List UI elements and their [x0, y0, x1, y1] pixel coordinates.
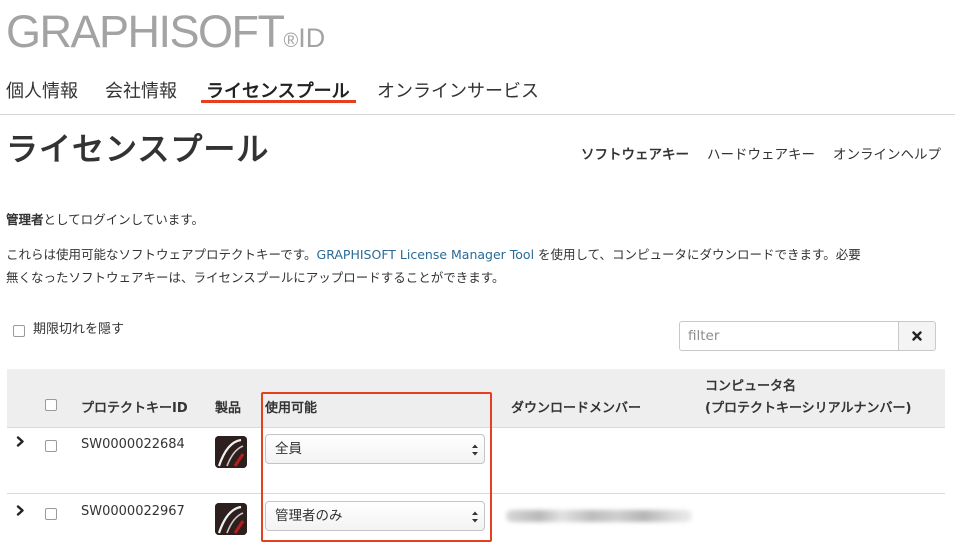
description-text-b: を使用して、コンピュータにダウンロードできます。必要 [534, 247, 861, 262]
highlight-annotation-box [261, 392, 492, 542]
archicad-product-icon [215, 503, 247, 535]
key-id-cell: SW0000022684 [81, 437, 185, 452]
row-checkbox[interactable] [45, 508, 57, 520]
header-computer-serial[interactable]: (プロテクトキーシリアルナンバー) [705, 400, 912, 418]
row-checkbox[interactable] [45, 440, 57, 452]
main-nav-tabs: 個人情報 会社情報 ライセンスプール オンラインサービス [0, 78, 955, 115]
subnav-hardware-keys[interactable]: ハードウェアキー [707, 146, 815, 164]
archicad-product-icon [215, 436, 247, 468]
tab-personal-info[interactable]: 個人情報 [6, 80, 78, 104]
graphisoft-id-logo: GRAPHISOFT®ID [6, 6, 325, 67]
logo-main-text: GRAPHISOFT [6, 6, 285, 57]
subnav-online-help[interactable]: オンラインヘルプ [833, 146, 941, 164]
tab-company-info[interactable]: 会社情報 [105, 80, 177, 104]
login-status-text: 管理者としてログインしています。 [6, 211, 204, 229]
login-rest: としてログインしています。 [43, 212, 205, 227]
header-download-member[interactable]: ダウンロードメンバー [511, 400, 641, 418]
description-line-2: 無くなったソフトウェアキーは、ライセンスプールにアップロードすることができます。 [6, 270, 505, 285]
chevron-right-icon[interactable] [16, 505, 25, 516]
logo-registered-mark: ® [283, 30, 299, 52]
page-title: ライセンスプール [6, 130, 270, 168]
hide-expired-checkbox[interactable] [13, 325, 25, 337]
header-key-id[interactable]: プロテクトキーID [81, 400, 188, 418]
header-product[interactable]: 製品 [215, 400, 241, 418]
license-manager-link[interactable]: GRAPHISOFT License Manager Tool [317, 247, 535, 262]
subnav-software-keys[interactable]: ソフトウェアキー [581, 146, 689, 164]
chevron-right-icon[interactable] [16, 436, 25, 447]
login-role: 管理者 [6, 212, 44, 227]
key-id-cell: SW0000022967 [81, 504, 185, 519]
tab-online-services[interactable]: オンラインサービス [377, 80, 539, 104]
description-text-a: これらは使用可能なソフトウェアプロテクトキーです。 [6, 247, 317, 262]
filter-clear-button[interactable] [898, 321, 936, 351]
redacted-download-member [506, 510, 692, 522]
hide-expired-label: 期限切れを隠す [33, 322, 125, 337]
logo-suffix-text: ID [298, 23, 326, 53]
filter-input[interactable] [679, 321, 899, 351]
select-all-checkbox[interactable] [45, 399, 57, 411]
description-line-1: これらは使用可能なソフトウェアプロテクトキーです。GRAPHISOFT Lice… [6, 246, 861, 264]
active-tab-indicator [201, 100, 356, 103]
header-computer-name[interactable]: コンピュータ名 [705, 378, 796, 396]
close-icon [912, 331, 922, 341]
